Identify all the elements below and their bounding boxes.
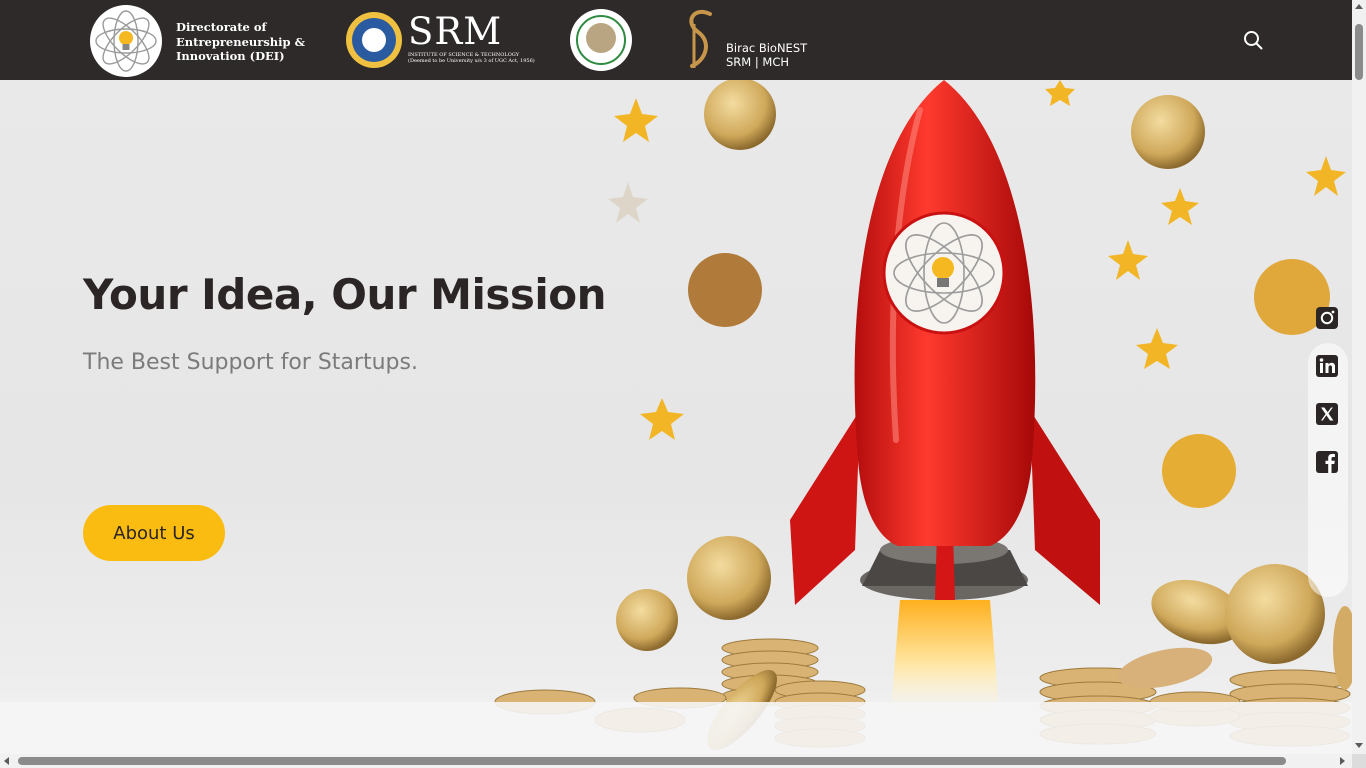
- horizontal-scrollbar[interactable]: [0, 754, 1352, 768]
- hero-title: Your Idea, Our Mission: [83, 270, 607, 319]
- hero-subtitle: The Best Support for Startups.: [83, 350, 418, 375]
- dei-line-2: Entrepreneurship &: [176, 34, 305, 49]
- about-us-button[interactable]: About Us: [83, 505, 225, 561]
- linkedin-icon[interactable]: [1315, 354, 1339, 378]
- vertical-scrollbar[interactable]: [1352, 0, 1366, 754]
- srm-seal-logo[interactable]: [346, 12, 402, 68]
- dei-line-3: Innovation (DEI): [176, 49, 285, 63]
- scroll-left-arrow-icon[interactable]: [4, 757, 9, 765]
- birac-line-2: SRM | MCH: [726, 55, 789, 69]
- birac-line-1: Birac BioNEST: [726, 41, 808, 55]
- hero-banner: Your Idea, Our Mission The Best Support …: [0, 80, 1352, 754]
- bootstrappers-logo[interactable]: [570, 9, 632, 71]
- scroll-up-arrow-icon[interactable]: [1355, 4, 1363, 9]
- dei-line-1: Directorate of: [176, 20, 267, 34]
- scroll-down-arrow-icon[interactable]: [1355, 743, 1363, 748]
- srm-tagline: (Deemed to be University u/s 3 of UGC Ac…: [408, 58, 535, 64]
- srm-wordmark[interactable]: SRM: [408, 12, 502, 52]
- dei-title: Directorate of Entrepreneurship & Innova…: [176, 20, 305, 64]
- dei-logo[interactable]: [90, 5, 162, 77]
- x-twitter-icon[interactable]: [1315, 402, 1339, 426]
- srm-subtitle: INSTITUTE OF SCIENCE & TECHNOLOGY (Deeme…: [408, 52, 535, 64]
- dei-emblem-icon: [95, 10, 157, 72]
- instagram-icon[interactable]: [1315, 306, 1339, 330]
- horizontal-scroll-thumb[interactable]: [18, 757, 1286, 765]
- rocket-illustration: [0, 80, 1352, 754]
- facebook-icon[interactable]: [1315, 450, 1339, 474]
- scroll-right-arrow-icon[interactable]: [1340, 757, 1345, 765]
- scrollbar-corner: [1352, 754, 1366, 768]
- birac-title: Birac BioNEST SRM | MCH: [726, 41, 807, 69]
- site-header: Directorate of Entrepreneurship & Innova…: [0, 0, 1352, 80]
- vertical-scroll-thumb[interactable]: [1355, 24, 1363, 80]
- birac-logo-icon[interactable]: [684, 8, 720, 72]
- search-icon[interactable]: [1243, 30, 1263, 50]
